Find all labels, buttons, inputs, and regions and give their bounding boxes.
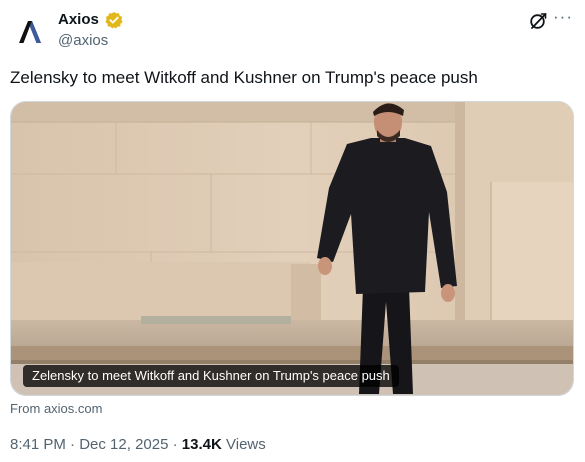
verified-badge-icon bbox=[105, 11, 123, 34]
axios-logo-icon bbox=[19, 21, 41, 43]
author-name[interactable]: Axios bbox=[58, 11, 99, 29]
views-label: Views bbox=[226, 436, 266, 453]
avatar[interactable] bbox=[10, 12, 50, 52]
article-photo bbox=[11, 102, 573, 395]
author-handle[interactable]: @axios bbox=[58, 32, 108, 50]
tweet-meta: 8:41 PM · Dec 12, 2025 · 13.4K Views bbox=[10, 436, 266, 454]
tweet-text: Zelensky to meet Witkoff and Kushner on … bbox=[10, 68, 478, 87]
views-count: 13.4K bbox=[181, 436, 222, 453]
link-card[interactable]: Zelensky to meet Witkoff and Kushner on … bbox=[10, 101, 574, 396]
meta-separator: · bbox=[172, 436, 178, 453]
grok-icon[interactable] bbox=[529, 12, 547, 35]
tweet-date[interactable]: Dec 12, 2025 bbox=[79, 436, 168, 453]
more-icon[interactable]: ··· bbox=[553, 8, 573, 26]
card-source[interactable]: From axios.com bbox=[10, 401, 102, 417]
card-image-caption: Zelensky to meet Witkoff and Kushner on … bbox=[23, 365, 399, 387]
meta-separator: · bbox=[70, 436, 76, 453]
tweet-time[interactable]: 8:41 PM bbox=[10, 436, 66, 453]
